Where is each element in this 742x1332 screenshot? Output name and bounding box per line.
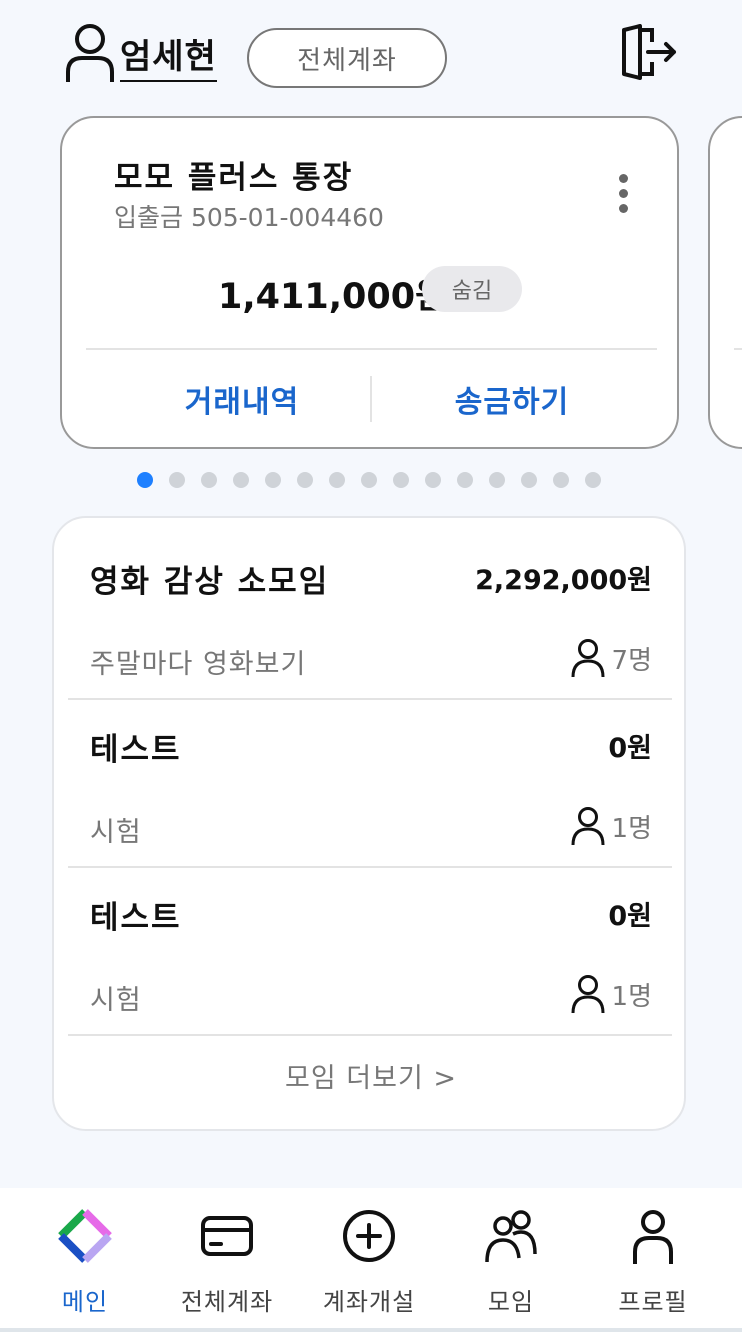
nav-item-main[interactable]: 메인: [14, 1208, 156, 1318]
carousel-dot[interactable]: [137, 472, 153, 488]
carousel-dot[interactable]: [265, 472, 281, 488]
transaction-history-button[interactable]: 거래내역: [122, 374, 362, 424]
carousel-dot[interactable]: [521, 472, 537, 488]
main-page: 엄세현 전체계좌 모모 플러스 통장 입출금 505-01-004460 1,4…: [0, 0, 742, 1332]
nav-item-profile[interactable]: 프로필: [582, 1208, 724, 1318]
bottom-nav: 메인 전체계좌 계좌개설 모임 프로필: [0, 1188, 742, 1332]
person-icon: [571, 807, 605, 846]
profile-icon: [633, 1210, 673, 1264]
card-icon: [201, 1216, 253, 1256]
group-item[interactable]: 영화 감상 소모임 2,292,000원 주말마다 영화보기 7명: [68, 532, 672, 700]
groups-card: 영화 감상 소모임 2,292,000원 주말마다 영화보기 7명 테스트 0원…: [52, 516, 686, 1131]
group-amount: 2,292,000원: [475, 565, 652, 596]
group-name: 테스트: [90, 732, 182, 768]
divider: [68, 1034, 672, 1036]
carousel-dot[interactable]: [425, 472, 441, 488]
hide-balance-button[interactable]: 숨김: [422, 266, 522, 312]
header: 엄세현 전체계좌: [0, 0, 742, 110]
member-count: 1명: [611, 981, 652, 1012]
plus-circle-icon: [343, 1210, 395, 1262]
logout-icon[interactable]: [618, 24, 680, 80]
member-count: 7명: [611, 645, 652, 676]
divider: [86, 348, 657, 350]
divider: [370, 376, 372, 422]
nav-label: 프로필: [618, 1288, 688, 1316]
user-name[interactable]: 엄세현: [120, 36, 217, 82]
logo-icon: [58, 1209, 112, 1263]
next-account-card[interactable]: [708, 116, 742, 449]
nav-item-all-accounts[interactable]: 전체계좌: [156, 1208, 298, 1318]
carousel-dot[interactable]: [233, 472, 249, 488]
group-members: 1명: [570, 974, 652, 1014]
nav-label: 메인: [61, 1288, 109, 1316]
nav-label: 모임: [487, 1288, 535, 1316]
more-options-icon[interactable]: [617, 174, 629, 214]
carousel-dot[interactable]: [489, 472, 505, 488]
group-icon: [485, 1210, 537, 1263]
carousel-dot[interactable]: [553, 472, 569, 488]
transfer-button[interactable]: 송금하기: [392, 374, 632, 424]
group-item[interactable]: 테스트 0원 시험 1명: [68, 868, 672, 1036]
nav-item-open-account[interactable]: 계좌개설: [298, 1208, 440, 1318]
account-number: 입출금 505-01-004460: [114, 203, 384, 232]
carousel-dot[interactable]: [457, 472, 473, 488]
carousel-dot[interactable]: [329, 472, 345, 488]
group-amount: 0원: [608, 901, 652, 932]
person-icon: [571, 975, 605, 1014]
carousel-dot[interactable]: [393, 472, 409, 488]
carousel-dot[interactable]: [169, 472, 185, 488]
person-icon: [571, 639, 605, 678]
more-groups-link[interactable]: 모임 더보기 >: [54, 1056, 688, 1095]
group-name: 영화 감상 소모임: [90, 564, 330, 600]
carousel-dot[interactable]: [585, 472, 601, 488]
member-count: 1명: [611, 813, 652, 844]
carousel-dot[interactable]: [201, 472, 217, 488]
group-name: 테스트: [90, 900, 182, 936]
nav-label: 전체계좌: [180, 1288, 274, 1316]
group-description: 시험: [90, 985, 142, 1016]
account-card[interactable]: 모모 플러스 통장 입출금 505-01-004460 1,411,000원 숨…: [60, 116, 679, 449]
account-name: 모모 플러스 통장: [114, 160, 354, 196]
group-members: 7명: [570, 638, 652, 678]
user-icon[interactable]: [64, 22, 116, 84]
group-members: 1명: [570, 806, 652, 846]
group-description: 시험: [90, 817, 142, 848]
group-amount: 0원: [608, 733, 652, 764]
all-accounts-button[interactable]: 전체계좌: [247, 28, 447, 88]
account-balance: 1,411,000원: [218, 277, 448, 317]
group-item[interactable]: 테스트 0원 시험 1명: [68, 700, 672, 868]
carousel-dot[interactable]: [297, 472, 313, 488]
nav-item-groups[interactable]: 모임: [440, 1208, 582, 1318]
carousel-pagination: [137, 472, 601, 488]
nav-label: 계좌개설: [322, 1288, 416, 1316]
carousel-dot[interactable]: [361, 472, 377, 488]
group-description: 주말마다 영화보기: [90, 649, 307, 680]
